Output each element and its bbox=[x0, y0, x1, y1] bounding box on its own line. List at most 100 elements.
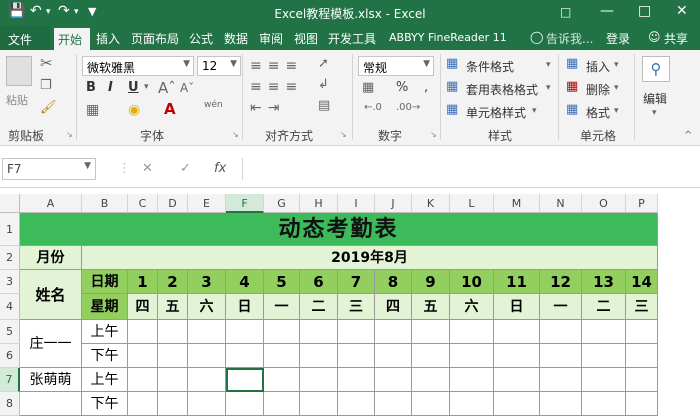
half-day-label[interactable]: 下午 bbox=[82, 392, 128, 416]
attendance-cell[interactable] bbox=[626, 392, 658, 416]
attendance-cell[interactable] bbox=[338, 320, 375, 344]
tab-formulas[interactable]: 公式 bbox=[189, 30, 213, 47]
attendance-cell[interactable] bbox=[128, 392, 158, 416]
attendance-cell[interactable] bbox=[494, 392, 540, 416]
cut-icon[interactable]: ✂ bbox=[40, 54, 53, 72]
maximize-icon[interactable]: □ bbox=[638, 3, 651, 19]
date-cell[interactable]: 11 bbox=[494, 270, 540, 294]
tab-home[interactable]: 开始 bbox=[54, 28, 90, 50]
weekday-cell[interactable]: 三 bbox=[338, 294, 375, 320]
attendance-cell[interactable] bbox=[188, 320, 226, 344]
attendance-cell[interactable] bbox=[188, 368, 226, 392]
attendance-cell[interactable] bbox=[626, 320, 658, 344]
chevron-down-icon[interactable]: ▾ bbox=[546, 60, 551, 70]
tab-page-layout[interactable]: 页面布局 bbox=[131, 30, 179, 47]
merge-center-icon[interactable]: ▤ bbox=[318, 98, 330, 113]
column-header[interactable]: G bbox=[264, 194, 300, 213]
attendance-cell[interactable] bbox=[264, 392, 300, 416]
attendance-cell[interactable] bbox=[494, 368, 540, 392]
delete-cells-icon[interactable]: ▦ bbox=[566, 79, 578, 94]
formula-input[interactable] bbox=[242, 158, 700, 180]
cell-styles-button[interactable]: 单元格样式 bbox=[466, 104, 526, 121]
delete-cells-button[interactable]: 删除 bbox=[586, 81, 610, 98]
date-cell[interactable]: 3 bbox=[188, 270, 226, 294]
cancel-icon[interactable]: ✕ bbox=[142, 161, 153, 176]
search-icon[interactable]: ⚲ bbox=[642, 56, 670, 82]
attendance-cell[interactable] bbox=[264, 344, 300, 368]
chevron-down-icon[interactable]: ▾ bbox=[614, 83, 619, 93]
column-header[interactable]: E bbox=[188, 194, 226, 213]
cell[interactable] bbox=[20, 392, 82, 416]
row-header[interactable]: 2 bbox=[0, 246, 20, 270]
share-icon[interactable]: ☺ bbox=[648, 30, 661, 44]
enter-icon[interactable]: ✓ bbox=[180, 161, 191, 176]
date-cell[interactable]: 13 bbox=[582, 270, 626, 294]
font-color-icon[interactable]: A bbox=[164, 100, 176, 118]
column-header[interactable]: K bbox=[412, 194, 450, 213]
name-header[interactable]: 姓名 bbox=[20, 270, 82, 320]
format-table-icon[interactable]: ▦ bbox=[446, 79, 458, 94]
attendance-cell[interactable] bbox=[226, 344, 264, 368]
chevron-down-icon[interactable]: ▾ bbox=[144, 82, 149, 92]
minimize-icon[interactable]: — bbox=[600, 3, 614, 19]
attendance-cell[interactable] bbox=[582, 392, 626, 416]
date-cell[interactable]: 1 bbox=[128, 270, 158, 294]
chevron-down-icon[interactable]: ▾ bbox=[614, 106, 619, 116]
attendance-cell[interactable] bbox=[412, 344, 450, 368]
attendance-cell[interactable] bbox=[412, 368, 450, 392]
attendance-cell[interactable] bbox=[626, 344, 658, 368]
attendance-cell[interactable] bbox=[375, 368, 412, 392]
column-header[interactable]: O bbox=[582, 194, 626, 213]
tab-view[interactable]: 视图 bbox=[294, 30, 318, 47]
decrease-font-icon[interactable]: Aˇ bbox=[180, 81, 194, 95]
format-as-table-button[interactable]: 套用表格格式 bbox=[466, 81, 538, 98]
attendance-cell[interactable] bbox=[300, 320, 338, 344]
chevron-down-icon[interactable]: ▾ bbox=[652, 108, 657, 118]
paste-icon[interactable] bbox=[6, 56, 32, 86]
insert-cells-icon[interactable]: ▦ bbox=[566, 56, 578, 71]
date-cell[interactable]: 14 bbox=[626, 270, 658, 294]
bold-icon[interactable]: B bbox=[86, 80, 96, 95]
font-size-select[interactable]: 12 ▼ bbox=[197, 56, 241, 76]
attendance-cell[interactable] bbox=[412, 320, 450, 344]
date-cell[interactable]: 6 bbox=[300, 270, 338, 294]
tab-insert[interactable]: 插入 bbox=[96, 30, 120, 47]
row-header[interactable]: 4 bbox=[0, 294, 20, 320]
active-cell[interactable] bbox=[226, 368, 264, 392]
attendance-cell[interactable] bbox=[582, 344, 626, 368]
date-cell[interactable]: 2 bbox=[158, 270, 188, 294]
underline-icon[interactable]: U bbox=[128, 80, 139, 95]
select-all-button[interactable] bbox=[0, 194, 20, 213]
collapse-ribbon-icon[interactable]: ^ bbox=[684, 130, 692, 141]
attendance-cell[interactable] bbox=[582, 320, 626, 344]
attendance-cell[interactable] bbox=[626, 368, 658, 392]
weekday-cell[interactable]: 三 bbox=[626, 294, 658, 320]
attendance-cell[interactable] bbox=[226, 320, 264, 344]
attendance-cell[interactable] bbox=[300, 392, 338, 416]
attendance-cell[interactable] bbox=[338, 368, 375, 392]
attendance-cell[interactable] bbox=[300, 368, 338, 392]
date-cell[interactable]: 9 bbox=[412, 270, 450, 294]
weekday-cell[interactable]: 日 bbox=[226, 294, 264, 320]
percent-icon[interactable]: % bbox=[396, 80, 408, 95]
attendance-cell[interactable] bbox=[375, 392, 412, 416]
column-header[interactable]: M bbox=[494, 194, 540, 213]
editing-button[interactable]: 编辑 bbox=[643, 90, 667, 107]
number-launcher-icon[interactable]: ↘ bbox=[430, 130, 437, 139]
date-cell[interactable]: 10 bbox=[450, 270, 494, 294]
row-header[interactable]: 5 bbox=[0, 320, 20, 344]
weekday-cell[interactable]: 二 bbox=[300, 294, 338, 320]
column-header[interactable]: H bbox=[300, 194, 338, 213]
paste-button[interactable]: 粘贴 bbox=[6, 92, 28, 108]
date-cell[interactable]: 8 bbox=[375, 270, 412, 294]
column-header[interactable]: J bbox=[375, 194, 412, 213]
number-format-select[interactable]: 常规 ▼ bbox=[358, 56, 434, 76]
weekday-label[interactable]: 星期 bbox=[82, 294, 128, 320]
column-header[interactable]: F bbox=[226, 194, 264, 213]
ribbon-display-options-icon[interactable]: □ bbox=[560, 5, 571, 19]
italic-icon[interactable]: I bbox=[108, 80, 113, 95]
column-header[interactable]: B bbox=[82, 194, 128, 213]
signin-link[interactable]: 登录 bbox=[606, 30, 630, 47]
row-header[interactable]: 8 bbox=[0, 392, 20, 416]
copy-icon[interactable]: ❐ bbox=[40, 78, 52, 93]
